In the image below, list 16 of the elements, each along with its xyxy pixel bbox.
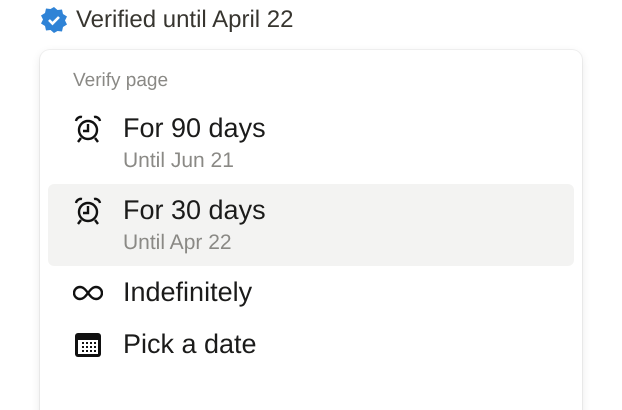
menu-item-detail: Until Jun 21 <box>123 148 234 174</box>
menu-item[interactable]: For 90 days Until Jun 21 <box>48 102 574 184</box>
menu-item-label: For 90 days <box>123 112 266 145</box>
verified-badge-icon <box>40 6 68 34</box>
menu-item[interactable]: Indefinitely <box>48 266 574 318</box>
alarm-clock-icon <box>73 115 103 143</box>
section-label: Verify page <box>72 69 170 93</box>
menu-item-detail: Until Apr 22 <box>123 230 232 256</box>
alarm-clock-icon <box>73 197 103 225</box>
menu-item[interactable]: Pick a date <box>48 318 574 370</box>
menu-item-label: Pick a date <box>123 328 257 361</box>
verification-status: Verified until April 22 <box>76 6 294 34</box>
calendar-icon <box>73 331 103 359</box>
menu-item[interactable]: For 30 days Until Apr 22 <box>48 184 574 266</box>
menu-item-label: For 30 days <box>123 194 266 227</box>
menu-item-label: Indefinitely <box>123 276 252 309</box>
